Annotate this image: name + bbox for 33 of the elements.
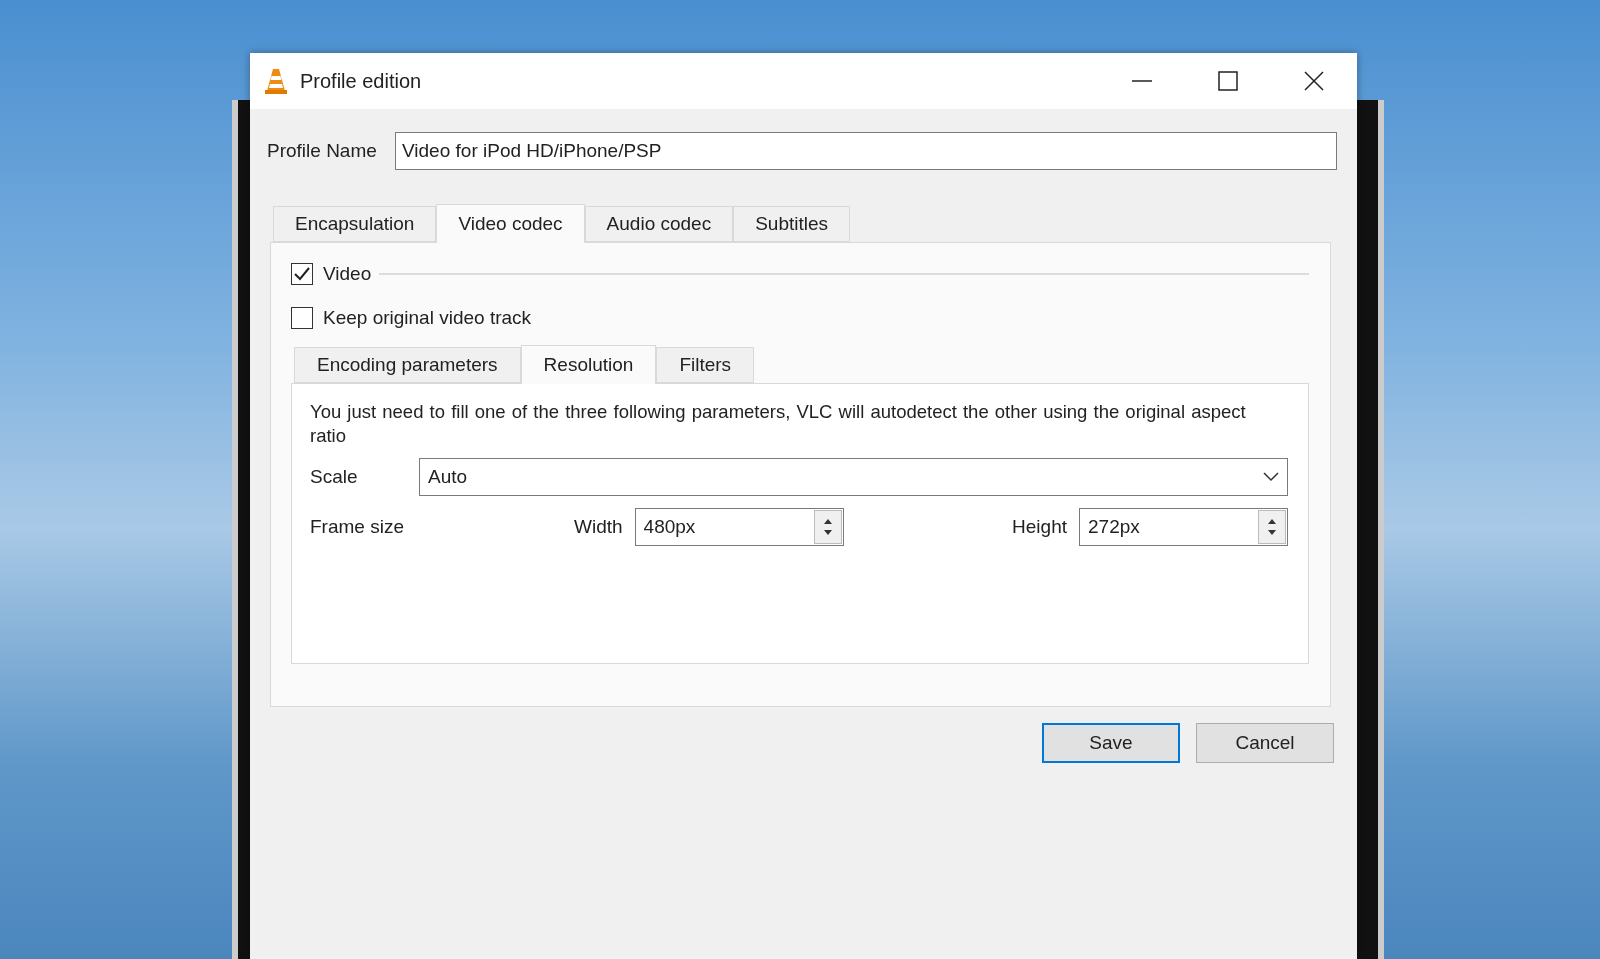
field-label: Height [1012,516,1067,538]
number-input[interactable]: 480px [641,515,814,539]
field-label: Frame size [310,516,405,538]
checkbox-label[interactable]: Keep original video track [323,307,532,329]
profile-name-field[interactable]: Video for iPod HD/iPhone/PSP [395,132,1337,170]
tab[interactable]: Video codec [436,204,585,243]
checkbox-label[interactable]: Video [323,263,372,285]
spin-buttons[interactable] [813,510,842,544]
width-spinbox[interactable]: 480px [634,508,844,546]
chevron-down-icon [1263,472,1279,482]
tab[interactable]: Subtitles [733,206,851,242]
tab[interactable]: Encoding parameters [294,347,521,383]
checkbox[interactable] [291,307,313,329]
window-title: Profile edition [300,69,423,93]
scale-dropdown[interactable]: Auto [419,458,1288,496]
traffic-cone-icon [264,67,288,95]
spin-buttons[interactable] [1258,510,1286,544]
tab[interactable]: Filters [656,347,755,383]
tab[interactable]: Audio codec [584,206,734,242]
field-label: Profile Name [267,140,378,162]
tab[interactable]: Encapsulation [273,206,437,242]
field-label: Width [574,516,623,538]
dialog-button[interactable]: Cancel [1196,723,1334,763]
maximize-icon [1218,71,1238,91]
number-input[interactable]: 272px [1086,515,1258,539]
minimize-icon [1132,80,1152,82]
checkbox[interactable] [291,263,313,285]
tab[interactable]: Resolution [520,345,657,384]
field-label: Scale [310,466,359,488]
close-icon [1304,71,1324,91]
height-spinbox[interactable]: 272px [1079,508,1288,546]
hint-text: You just need to fill one of the three following parameters, VLC will autodetect the other using the original aspect ratio [310,400,1247,448]
dialog-button[interactable]: Save [1042,723,1180,763]
